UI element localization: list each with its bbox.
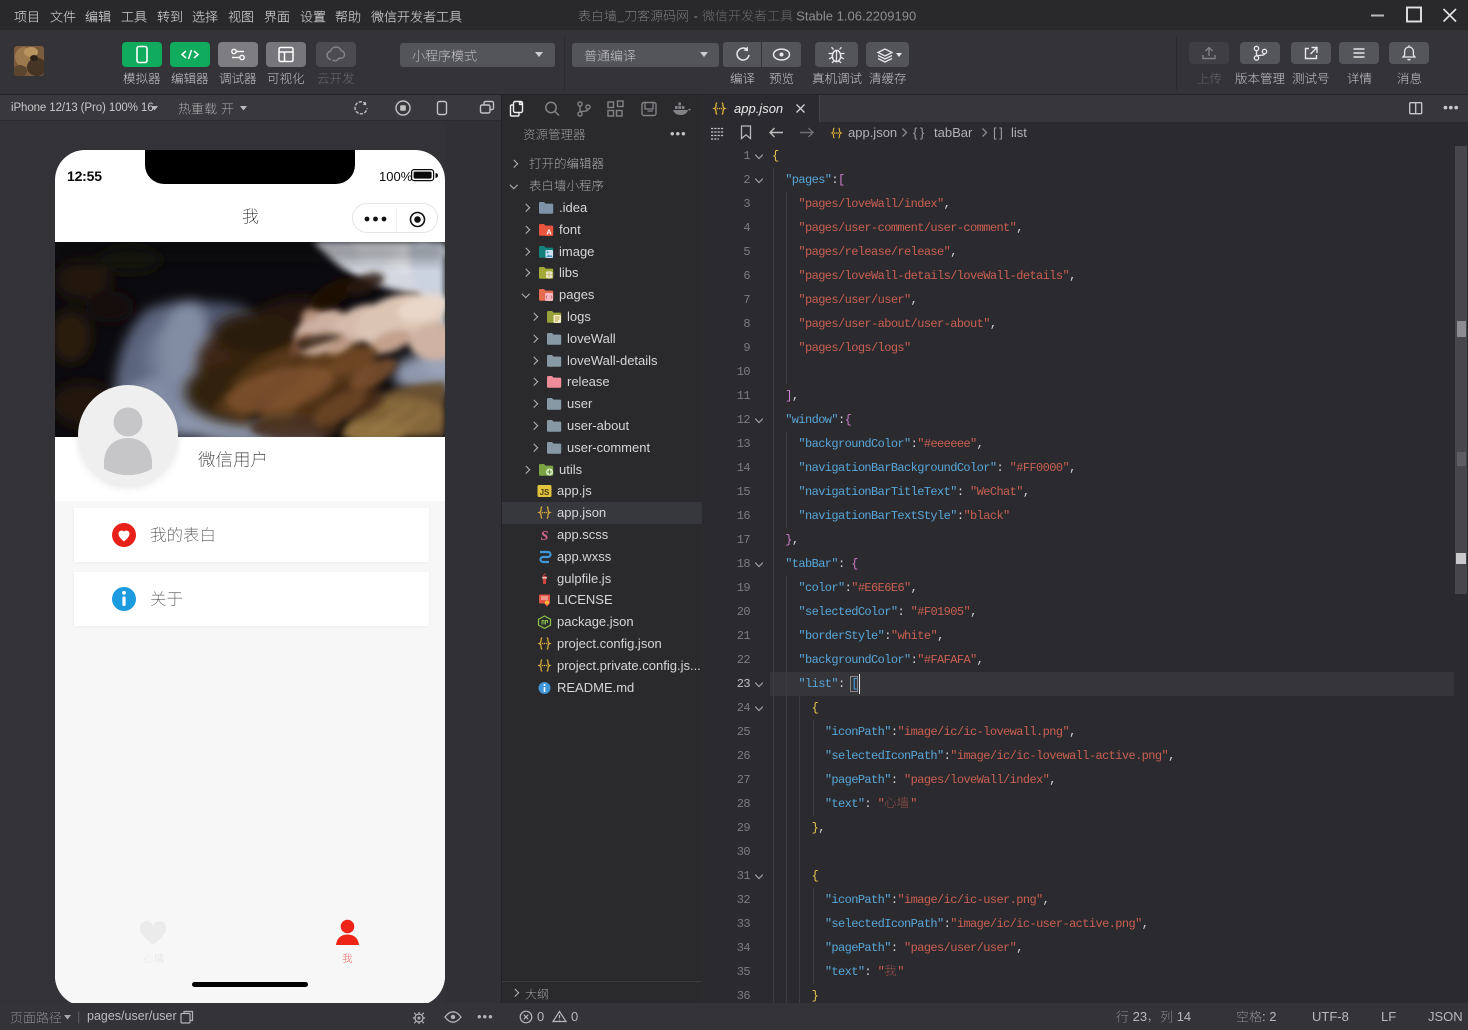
svg-text:A: A	[546, 228, 552, 237]
svg-text:S: S	[541, 529, 549, 542]
svg-text:JS: JS	[540, 488, 550, 497]
